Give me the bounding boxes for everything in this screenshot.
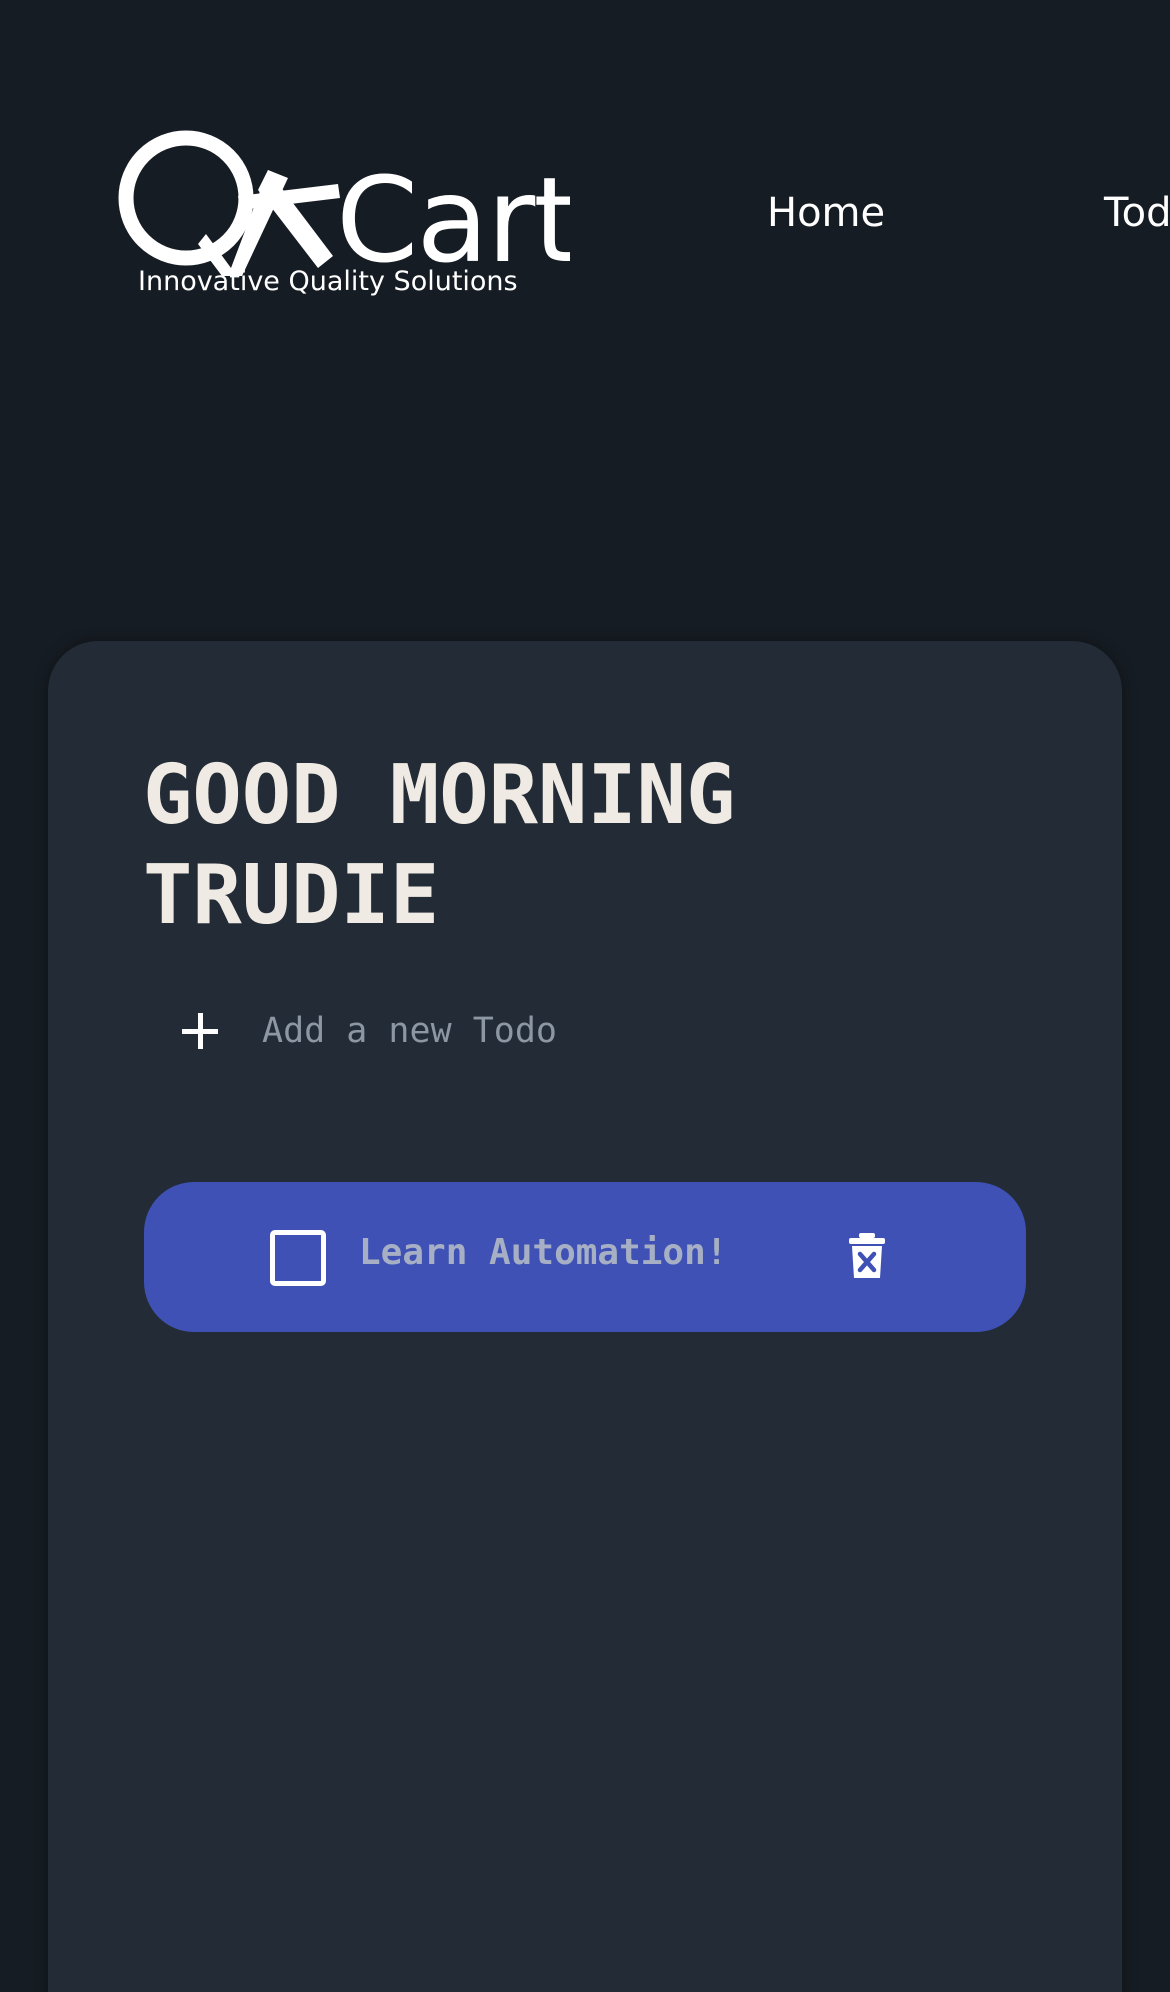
page: Cart Innovative Quality Solutions Home T… bbox=[0, 0, 1170, 1992]
nav-todo-link[interactable]: Todo bbox=[1104, 190, 1170, 236]
todo-text: Learn Automation! bbox=[359, 1232, 728, 1273]
qacart-logo[interactable]: Cart Innovative Quality Solutions bbox=[118, 126, 570, 316]
trash-icon-graphic bbox=[849, 1233, 885, 1278]
new-todo-input[interactable] bbox=[260, 1010, 784, 1052]
logo-tagline: Innovative Quality Solutions bbox=[138, 266, 518, 297]
todo-checkbox[interactable] bbox=[270, 1230, 326, 1286]
todo-item: Learn Automation! bbox=[144, 1182, 1026, 1332]
trash-icon[interactable] bbox=[847, 1232, 887, 1280]
new-todo-form bbox=[178, 996, 784, 1066]
site-header: Cart Innovative Quality Solutions Home T… bbox=[0, 0, 1170, 330]
nav-home-link[interactable]: Home bbox=[767, 190, 885, 236]
greeting-title: GOOD MORNING TRUDIE bbox=[143, 748, 736, 943]
todo-card: GOOD MORNING TRUDIE Learn Automation! bbox=[48, 641, 1122, 1992]
plus-icon[interactable] bbox=[178, 1009, 222, 1053]
